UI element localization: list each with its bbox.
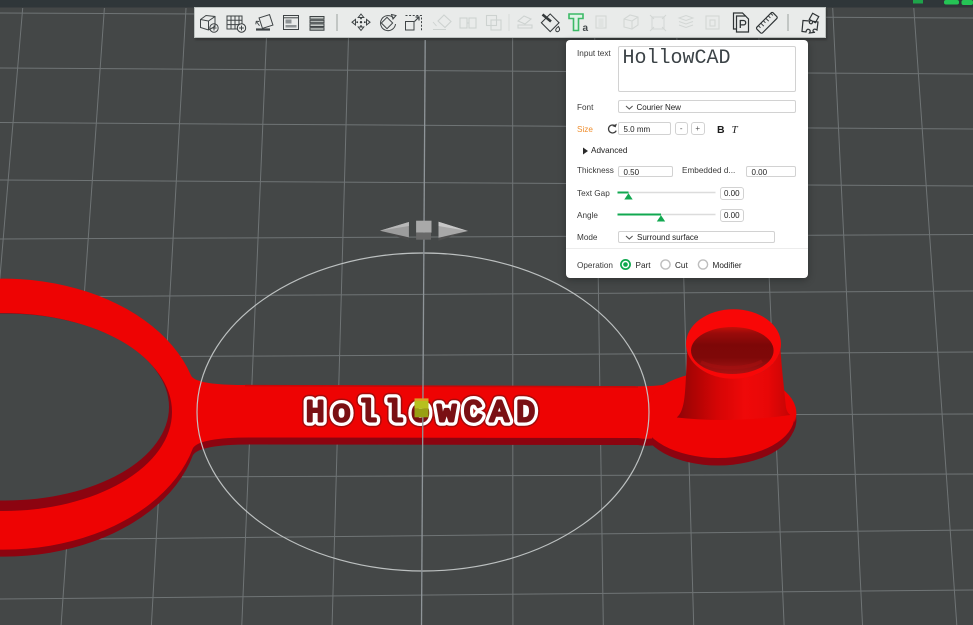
svg-text:a: a <box>583 23 589 34</box>
